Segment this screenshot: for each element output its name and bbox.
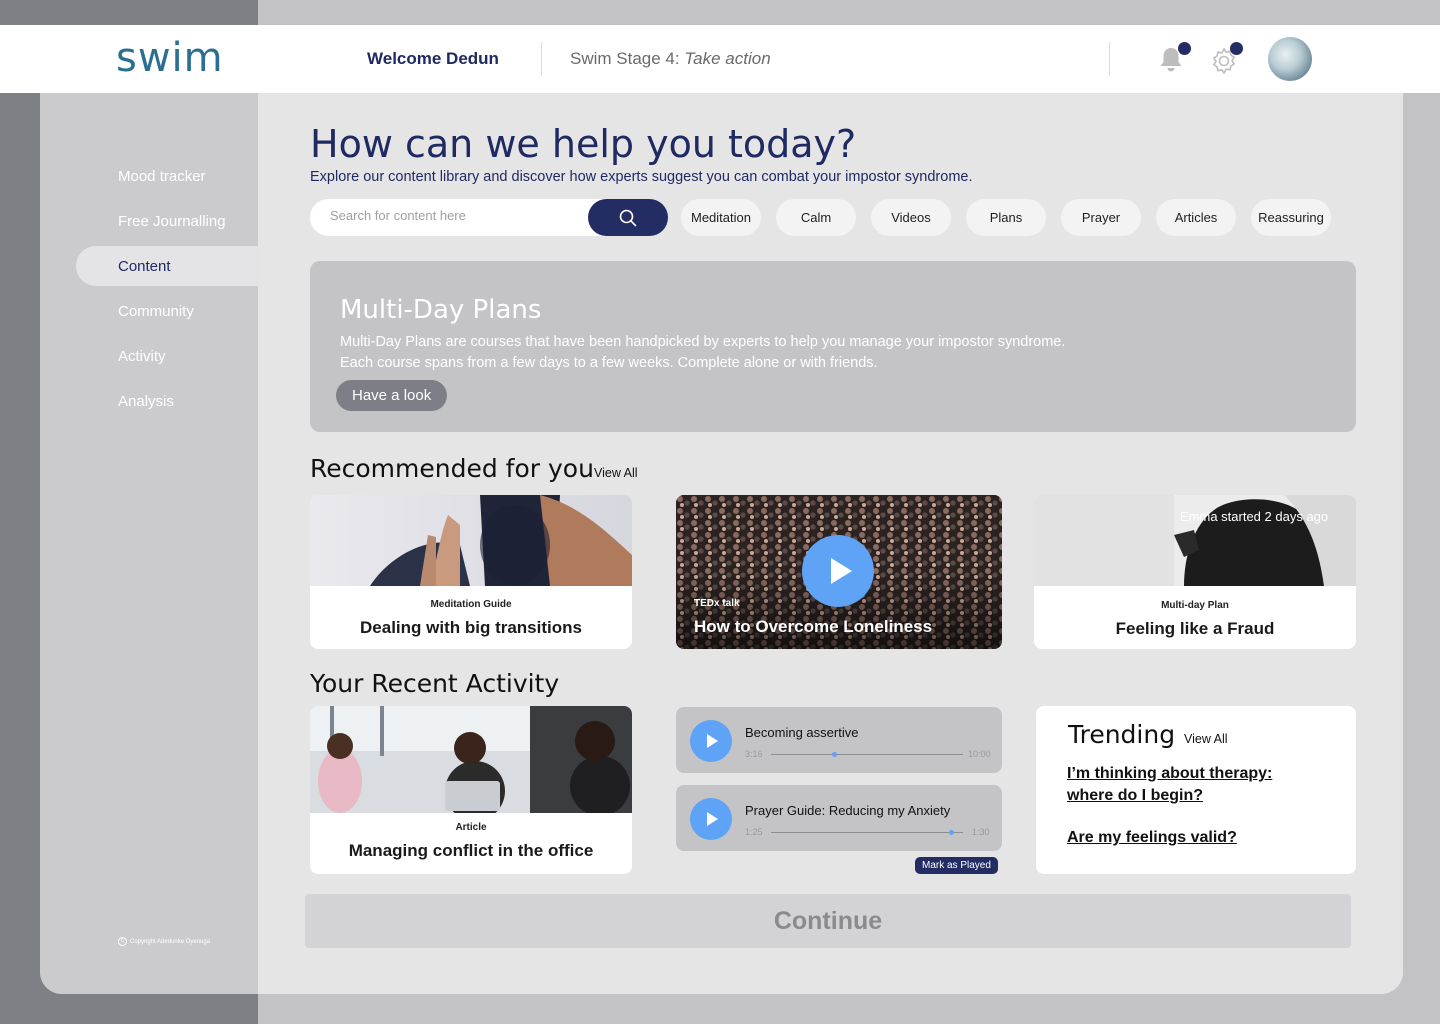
card-meditation-guide[interactable]: Meditation Guide Dealing with big transi… xyxy=(310,495,632,649)
continue-button[interactable]: Continue xyxy=(305,894,1351,948)
card-tag: Article xyxy=(455,822,487,833)
stage-label: Swim Stage 4: Take action xyxy=(570,49,771,68)
app-logo[interactable]: swim xyxy=(116,35,224,81)
search-input[interactable] xyxy=(330,208,580,223)
sidebar xyxy=(40,60,258,994)
page-subtitle: Explore our content library and discover… xyxy=(310,169,973,185)
mark-as-played-button[interactable]: Mark as Played xyxy=(915,857,998,874)
chip-meditation[interactable]: Meditation xyxy=(681,199,761,236)
chip-articles[interactable]: Articles xyxy=(1156,199,1236,236)
header-divider xyxy=(541,42,542,76)
player-elapsed: 1:25 xyxy=(745,827,763,837)
sidebar-item-free-journalling[interactable]: Free Journalling xyxy=(118,213,226,230)
player-title: Becoming assertive xyxy=(745,725,859,740)
player-progress-track[interactable] xyxy=(771,752,963,757)
card-title: How to Overcome Loneliness xyxy=(694,617,933,636)
card-tag: Multi-day Plan xyxy=(1161,600,1229,611)
sidebar-item-mood-tracker[interactable]: Mood tracker xyxy=(118,168,206,185)
sidebar-item-community[interactable]: Community xyxy=(118,303,194,320)
copyright-icon: c xyxy=(118,937,127,946)
card-image xyxy=(310,706,632,813)
trending-panel: Trending View All I’m thinking about the… xyxy=(1036,706,1356,874)
player-progress-track[interactable] xyxy=(771,830,963,835)
search-bar xyxy=(310,199,668,236)
card-image xyxy=(310,495,632,586)
chip-calm[interactable]: Calm xyxy=(776,199,856,236)
trending-title: Trending xyxy=(1068,720,1176,749)
top-bar: swim Welcome Dedun Swim Stage 4: Take ac… xyxy=(0,25,1440,93)
notification-dot xyxy=(1178,42,1191,55)
chip-plans[interactable]: Plans xyxy=(966,199,1046,236)
banner-description: Multi-Day Plans are courses that have be… xyxy=(340,334,1066,371)
welcome-text: Welcome Dedun xyxy=(367,49,499,68)
play-icon[interactable] xyxy=(802,535,874,607)
settings-dot xyxy=(1230,42,1243,55)
banner-title: Multi-Day Plans xyxy=(340,295,542,325)
player-progress-knob[interactable] xyxy=(832,752,838,757)
chip-videos[interactable]: Videos xyxy=(871,199,951,236)
recent-activity-title: Your Recent Activity xyxy=(310,669,560,698)
card-title: Feeling like a Fraud xyxy=(1115,619,1275,638)
player-progress-knob[interactable] xyxy=(949,830,955,835)
multi-day-banner: Multi-Day Plans Multi-Day Plans are cour… xyxy=(310,261,1356,432)
recommended-view-all[interactable]: View All xyxy=(594,466,638,480)
trending-link[interactable]: I’m thinking about therapy: where do I b… xyxy=(1067,763,1307,807)
card-title: Managing conflict in the office xyxy=(348,841,594,860)
chip-prayer[interactable]: Prayer xyxy=(1061,199,1141,236)
sidebar-item-activity[interactable]: Activity xyxy=(118,348,166,365)
play-icon[interactable] xyxy=(690,798,732,840)
header-divider xyxy=(1109,42,1110,76)
audio-player: Prayer Guide: Reducing my Anxiety 1:25 1… xyxy=(676,785,1002,851)
sidebar-item-analysis[interactable]: Analysis xyxy=(118,393,174,410)
card-tag: Meditation Guide xyxy=(430,599,512,610)
card-multi-day-plan[interactable]: Emma started 2 days ago Multi-day Plan F… xyxy=(1034,495,1356,649)
copyright: c Copyright Adedunke Oyenuga xyxy=(118,937,210,946)
chip-reassuring[interactable]: Reassuring xyxy=(1251,199,1331,236)
recommended-title: Recommended for you xyxy=(310,454,594,483)
trending-view-all[interactable]: View All xyxy=(1184,732,1228,746)
sidebar-item-label: Content xyxy=(118,258,171,275)
player-duration: 10:00 xyxy=(968,749,991,759)
search-icon xyxy=(619,209,637,227)
page-title: How can we help you today? xyxy=(310,122,857,166)
play-icon[interactable] xyxy=(690,720,732,762)
sidebar-item-content[interactable]: Content xyxy=(76,246,258,286)
card-article[interactable]: Article Managing conflict in the office xyxy=(310,706,632,874)
card-tedx-talk[interactable]: TEDx talk How to Overcome Loneliness xyxy=(676,495,1002,649)
player-duration: 1:30 xyxy=(972,827,990,837)
user-avatar[interactable] xyxy=(1268,37,1312,81)
card-tag: TEDx talk xyxy=(694,598,740,609)
card-overlay-text: Emma started 2 days ago xyxy=(1180,509,1329,524)
have-a-look-button[interactable]: Have a look xyxy=(336,380,448,411)
search-button[interactable] xyxy=(588,199,668,236)
player-title: Prayer Guide: Reducing my Anxiety xyxy=(745,803,951,818)
player-elapsed: 3:16 xyxy=(745,749,763,759)
trending-link[interactable]: Are my feelings valid? xyxy=(1067,827,1237,849)
card-title: Dealing with big transitions xyxy=(360,618,582,637)
audio-player: Becoming assertive 3:16 10:00 xyxy=(676,707,1002,773)
